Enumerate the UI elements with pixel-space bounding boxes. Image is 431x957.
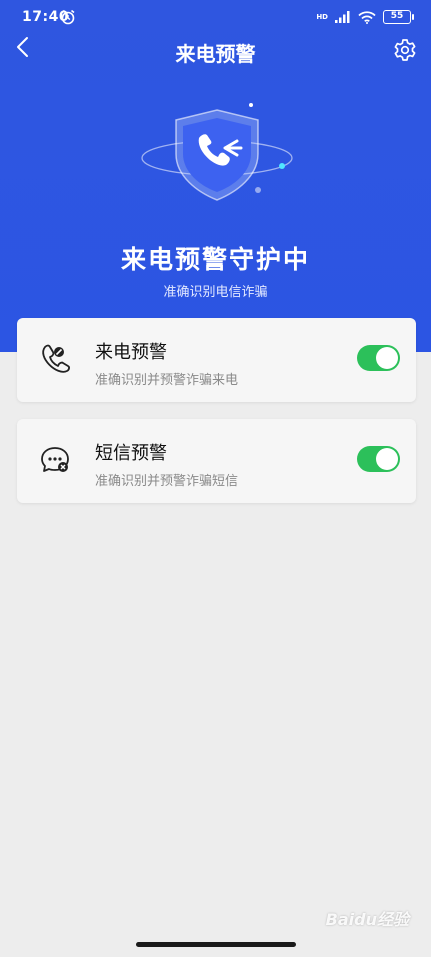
baidu-watermark: Baidu经验 [325,910,409,929]
card-description: 准确识别并预警诈骗短信 [95,474,239,489]
battery-indicator: 55 [383,10,414,24]
alarm-icon [61,9,75,25]
phone-warning-icon [42,344,70,373]
wifi-icon [358,10,376,24]
status-icons: HD 55 [316,10,414,24]
home-indicator[interactable] [136,942,296,947]
toggle-knob [376,448,398,470]
sms-warning-toggle[interactable] [357,446,400,472]
sms-warning-card: 短信预警 准确识别并预警诈骗短信 [17,419,416,503]
nav-bar: 来电预警 [0,34,431,66]
signal-icon [335,11,350,23]
shield-phone-illustration [141,103,293,201]
protection-status-subtitle: 准确识别电信诈骗 [163,285,268,300]
call-warning-toggle[interactable] [357,345,400,371]
page-title: 来电预警 [175,42,256,66]
protection-status-title: 来电预警守护中 [120,245,310,274]
settings-gear-icon[interactable] [393,38,417,62]
message-warning-icon [41,447,69,472]
card-description: 准确识别并预警诈骗来电 [95,373,239,388]
toggle-knob [376,347,398,369]
status-bar: 17:40 HD 55 [0,0,431,34]
card-title: 短信预警 [95,443,167,464]
call-warning-card: 来电预警 准确识别并预警诈骗来电 [17,318,416,402]
network-type-label: HD [316,12,328,21]
card-title: 来电预警 [95,342,167,363]
